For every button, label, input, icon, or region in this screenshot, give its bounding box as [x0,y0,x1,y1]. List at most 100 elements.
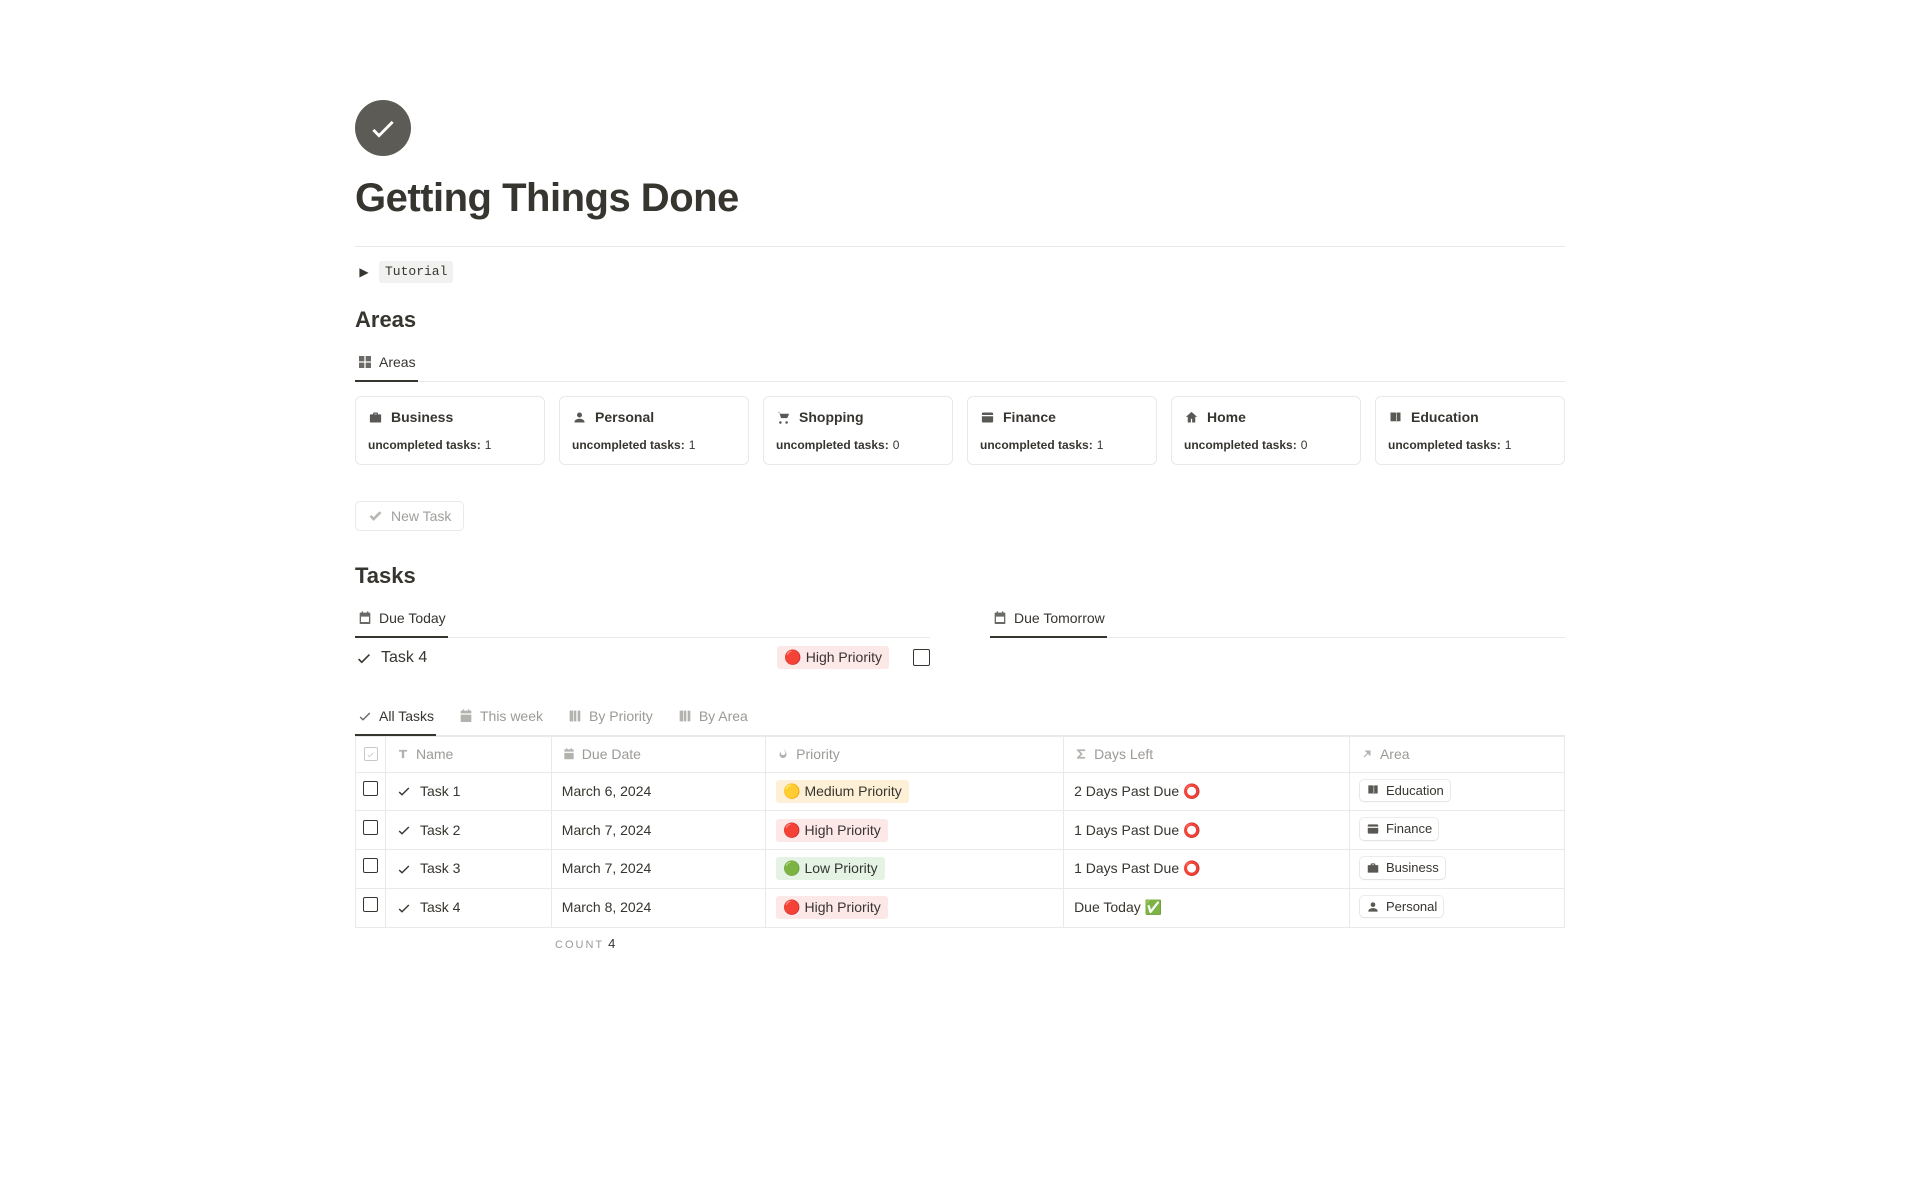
briefcase-icon [1366,861,1380,875]
tab-label: By Area [699,706,748,727]
priority-pill: 🔴 High Priority [776,896,888,919]
priority-pill: 🟡 Medium Priority [776,780,909,803]
area-chip[interactable]: Business [1360,857,1445,879]
tab-due-tomorrow[interactable]: Due Tomorrow [990,602,1107,637]
area-chip[interactable]: Finance [1360,818,1438,840]
check-icon [355,649,373,667]
row-checkbox[interactable] [363,858,378,873]
complete-checkbox[interactable] [913,649,930,666]
calendar-icon [357,610,373,626]
check-icon [368,508,383,523]
tasks-heading: Tasks [355,559,1565,592]
area-chip[interactable]: Education [1360,780,1450,802]
tab-label: By Priority [589,706,653,727]
priority-pill: 🟢 Low Priority [776,857,884,880]
tab-by-priority[interactable]: By Priority [565,700,655,735]
priority-pill: 🔴 High Priority [777,646,889,669]
area-card-sub-label: uncompleted tasks: [572,436,685,454]
due-tomorrow-panel: Due Tomorrow [990,602,1565,678]
tab-due-today-label: Due Today [379,608,446,629]
board-icon [677,708,693,724]
task-days-left: 1 Days Past Due ⭕ [1064,850,1350,889]
cart-icon [776,410,791,425]
table-row[interactable]: Task 4March 8, 2024🔴 High PriorityDue To… [356,888,1565,927]
task-days-left: 1 Days Past Due ⭕ [1064,811,1350,850]
task-days-left: 2 Days Past Due ⭕ [1064,772,1350,811]
areas-heading: Areas [355,303,1565,336]
calendar-icon [562,747,576,761]
area-card-sub-label: uncompleted tasks: [980,436,1093,454]
area-card-sub-label: uncompleted tasks: [1184,436,1297,454]
home-icon [1184,410,1199,425]
tasks-tabs: All Tasks This week By Priority By Area [355,700,1565,736]
page-title: Getting Things Done [355,168,1565,228]
area-card[interactable]: Businessuncompleted tasks:1 [355,396,545,465]
area-card-title: Education [1411,407,1479,428]
area-card-title: Finance [1003,407,1056,428]
task-name: Task 3 [420,858,460,879]
tab-areas[interactable]: Areas [355,346,418,381]
header-area[interactable]: Area [1349,736,1564,772]
row-checkbox[interactable] [363,897,378,912]
table-count: COUNT4 [355,928,1565,954]
task-due: March 7, 2024 [551,850,765,889]
card-icon [1366,822,1380,836]
new-task-button[interactable]: New Task [355,501,464,531]
header-checkbox[interactable] [356,736,386,772]
divider [355,246,1565,247]
header-due-date[interactable]: Due Date [551,736,765,772]
header-days-left[interactable]: Days Left [1064,736,1350,772]
tab-this-week[interactable]: This week [456,700,545,735]
tab-all-tasks[interactable]: All Tasks [355,700,436,735]
fire-icon [776,747,790,761]
table-row[interactable]: Task 3 March 7, 2024 🟢 Low Priority 1 Days … [356,850,1565,889]
area-card-sub-value: 1 [485,436,492,454]
task-due: March 6, 2024 [551,772,765,811]
area-card[interactable]: Education uncompleted tasks:1 [1375,396,1565,465]
tutorial-toggle[interactable]: ▶ Tutorial [355,259,1565,285]
area-card-sub-label: uncompleted tasks: [1388,436,1501,454]
cal-icon [458,708,474,724]
tasks-table: Name Due Date Priority Days Left Area Ta… [355,736,1565,928]
person-icon [572,410,587,425]
areas-grid: Businessuncompleted tasks:1Personaluncom… [355,396,1565,465]
person-icon [1366,900,1380,914]
tab-label: All Tasks [379,706,434,727]
check-icon [396,783,412,799]
area-card-title: Home [1207,407,1246,428]
table-row[interactable]: Task 2March 7, 2024🔴 High Priority1 Days… [356,811,1565,850]
book-icon [1388,410,1403,425]
sigma-icon [1074,747,1088,761]
board-icon [567,708,583,724]
area-card[interactable]: Financeuncompleted tasks:1 [967,396,1157,465]
due-today-task-name: Task 4 [381,646,427,670]
tab-due-today[interactable]: Due Today [355,602,448,637]
area-card-sub-value: 0 [1301,436,1308,454]
area-card-title: Shopping [799,407,864,428]
table-row[interactable]: Task 1March 6, 2024🟡 Medium Priority2 Da… [356,772,1565,811]
row-checkbox[interactable] [363,781,378,796]
check-icon [396,822,412,838]
header-name[interactable]: Name [386,736,552,772]
area-card-sub-value: 0 [893,436,900,454]
area-chip[interactable]: Personal [1360,896,1443,918]
row-checkbox[interactable] [363,820,378,835]
tab-due-tomorrow-label: Due Tomorrow [1014,608,1105,629]
areas-tabs: Areas [355,346,1565,382]
task-name: Task 2 [420,820,460,841]
header-priority[interactable]: Priority [766,736,1064,772]
check-icon [396,900,412,916]
area-card-title: Business [391,407,453,428]
toggle-caret-icon: ▶ [355,263,373,281]
tab-by-area[interactable]: By Area [675,700,750,735]
area-card[interactable]: Home uncompleted tasks:0 [1171,396,1361,465]
area-card[interactable]: Personaluncompleted tasks:1 [559,396,749,465]
area-card-sub-value: 1 [1505,436,1512,454]
gallery-icon [357,354,373,370]
task-due: March 7, 2024 [551,811,765,850]
area-card[interactable]: Shoppinguncompleted tasks:0 [763,396,953,465]
page-icon [355,100,411,156]
task-due: March 8, 2024 [551,888,765,927]
text-icon [396,747,410,761]
due-today-task-row[interactable]: Task 4 🔴 High Priority [355,638,930,678]
